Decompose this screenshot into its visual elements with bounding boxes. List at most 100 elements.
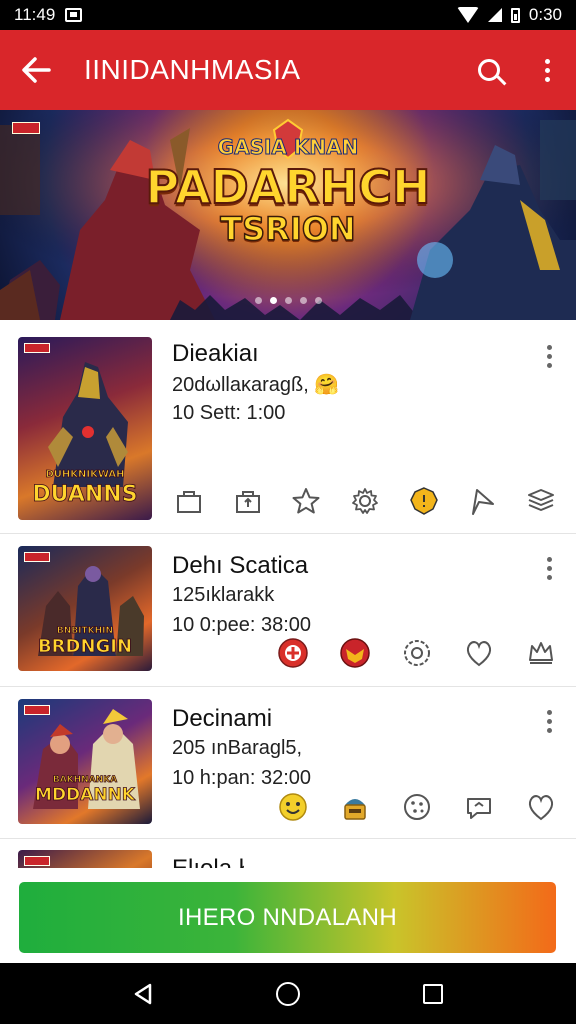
status-time: 11:49: [14, 5, 56, 24]
flag-button[interactable]: [453, 483, 512, 519]
favorite-button[interactable]: [448, 635, 510, 671]
item-thumbnail: DUHKNIKWAH DUANNS: [18, 337, 152, 520]
hero-banner[interactable]: GASIA KNAN PADARHCH TSRION: [0, 110, 576, 320]
arrow-left-icon: [22, 57, 51, 83]
thumbnail-tag: [24, 552, 50, 562]
thumbnail-subtitle: BAKHNANKA: [52, 775, 118, 786]
item-actions: [262, 789, 572, 825]
favorite-button[interactable]: [510, 789, 572, 825]
pager-dot[interactable]: [269, 297, 277, 304]
heart-icon: [528, 795, 554, 821]
item-title: Dieakiaı: [172, 340, 259, 367]
system-nav-bar: [0, 963, 576, 1024]
item-title: Decinami: [172, 705, 273, 732]
share-bag-icon: [235, 491, 260, 513]
chat-icon: [467, 798, 491, 819]
back-triangle-icon: [134, 983, 151, 1004]
cookie-icon: [404, 794, 430, 820]
banner-pager[interactable]: [0, 297, 576, 304]
heart-icon: [466, 641, 492, 667]
star-button[interactable]: [277, 483, 336, 519]
cookie-button[interactable]: [386, 789, 448, 825]
banner-tag: [12, 122, 40, 134]
item-schedule: 10 h:pan: 32:00: [172, 767, 312, 789]
crown-button[interactable]: [510, 635, 572, 671]
thumbnail-title: DUANNS: [32, 482, 138, 508]
more-vert-icon: [544, 58, 550, 82]
mask-button[interactable]: [324, 635, 386, 671]
helmet-icon: [344, 799, 366, 820]
medal-button[interactable]: [386, 635, 448, 671]
battery-icon: [510, 7, 520, 23]
wifi-icon: [456, 7, 479, 23]
thumbnail-title: BRDNGIN: [37, 636, 133, 658]
home-circle-icon: [275, 981, 300, 1006]
nav-back-button[interactable]: [113, 969, 173, 1019]
bag-button[interactable]: [160, 483, 219, 519]
item-actions: [160, 483, 570, 519]
stack-button[interactable]: [511, 483, 570, 519]
nav-recents-button[interactable]: [403, 969, 463, 1019]
smile-icon: [279, 793, 307, 821]
smile-button[interactable]: [262, 789, 324, 825]
signal-icon: [487, 8, 502, 22]
list-item[interactable]: DUHKNIKWAH DUANNS Dieakiaı 20dωllaκaragß…: [0, 320, 576, 534]
badge-button[interactable]: [394, 483, 453, 519]
item-more-button[interactable]: [542, 345, 556, 368]
list-item[interactable]: BNBITKHIN BRDNGIN Dehı Scatica 125ıklara…: [0, 534, 576, 687]
notification-icon: [65, 8, 83, 22]
flag-icon: [472, 489, 495, 515]
app-title: IINIDANHMASIA: [84, 54, 301, 85]
item-more-button[interactable]: [542, 710, 556, 733]
primary-cta-button[interactable]: IHERO NNDALANH: [19, 882, 556, 953]
item-thumbnail: BAKHNANKA MDDANNK: [18, 699, 152, 824]
recents-square-icon: [423, 983, 444, 1004]
search-button[interactable]: [460, 30, 518, 110]
thumbnail-tag: [24, 705, 50, 715]
item-more-button[interactable]: [542, 557, 556, 580]
emblem-button[interactable]: [262, 635, 324, 671]
pager-dot[interactable]: [254, 297, 262, 304]
item-schedule: 10 Sett: 1:00: [172, 402, 286, 424]
banner-title-sub: TSRION: [220, 209, 357, 249]
crown-icon: [529, 642, 553, 664]
banner-title-main: PADARHCH: [144, 159, 431, 215]
chat-button[interactable]: [448, 789, 510, 825]
item-actions: [262, 635, 572, 671]
thumbnail-tag: [24, 856, 50, 866]
mask-icon: [340, 638, 370, 668]
app-bar: IINIDANHMASIA: [0, 30, 576, 110]
item-stats: 20dωllaκaragß, 🤗: [172, 374, 340, 396]
search-icon: [478, 59, 500, 81]
screen: 11:49 0:30 IINIDANHMASIA GASIA KNAN PADA…: [0, 0, 576, 1024]
overflow-menu-button[interactable]: [518, 30, 576, 110]
item-schedule: 10 0:pee: 38:00: [172, 614, 312, 636]
pager-dot[interactable]: [314, 297, 322, 304]
medal-icon: [404, 640, 430, 666]
thumbnail-tag: [24, 343, 50, 353]
status-time-right: 0:30: [528, 5, 562, 24]
share-bag-button[interactable]: [219, 483, 278, 519]
banner-title-top: GASIA KNAN: [217, 135, 359, 160]
pager-dot[interactable]: [299, 297, 307, 304]
thumbnail-title: MDDANNK: [35, 785, 136, 806]
thumbnail-subtitle: BNBITKHIN: [56, 626, 114, 637]
badge-icon: [409, 487, 438, 515]
game-list: DUHKNIKWAH DUANNS Dieakiaı 20dωllaκaragß…: [0, 320, 576, 910]
status-bar: 11:49 0:30: [0, 0, 576, 30]
back-button[interactable]: [0, 30, 72, 110]
thumbnail-subtitle: DUHKNIKWAH: [45, 469, 125, 481]
item-stats: 125ıklarakk: [172, 584, 275, 606]
nav-home-button[interactable]: [258, 969, 318, 1019]
item-stats: 205 ınBaragl5,: [172, 737, 303, 759]
red-emblem-icon: [278, 638, 308, 668]
helmet-button[interactable]: [324, 789, 386, 825]
settings-button[interactable]: [336, 483, 395, 519]
gear-icon: [352, 488, 378, 514]
stack-icon: [527, 489, 554, 511]
item-thumbnail: BNBITKHIN BRDNGIN: [18, 546, 152, 671]
star-icon: [292, 488, 320, 514]
list-item[interactable]: BAKHNANKA MDDANNK Decinami 205 ınBaragl5…: [0, 687, 576, 839]
pager-dot[interactable]: [284, 297, 292, 304]
bag-icon: [177, 491, 202, 513]
